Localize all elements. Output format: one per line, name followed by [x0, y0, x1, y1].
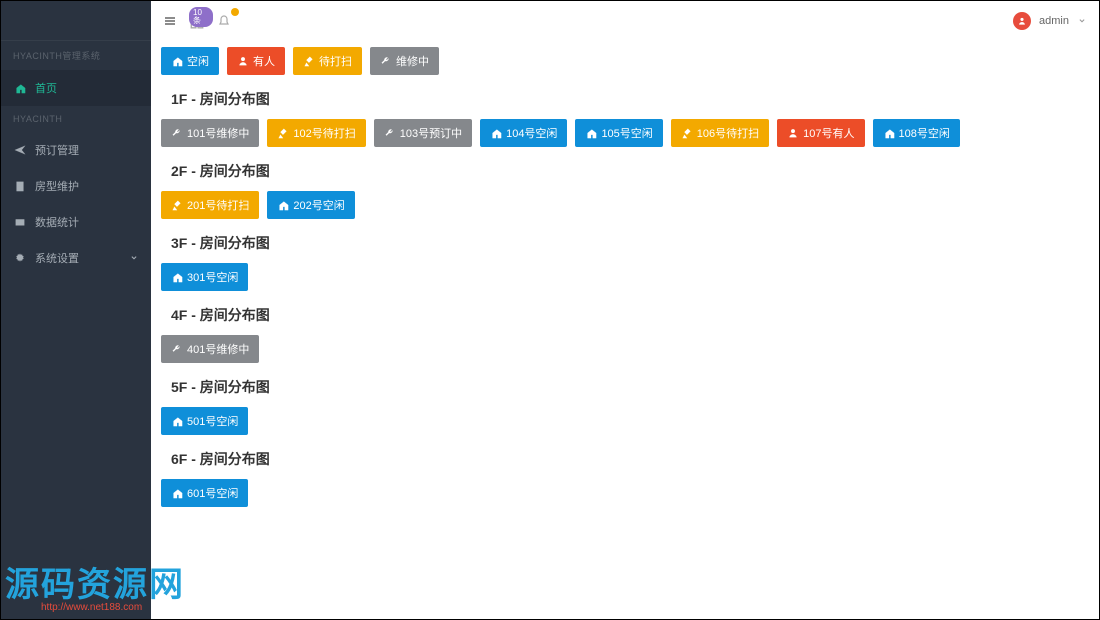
sidebar-item-label: 预订管理 — [35, 142, 79, 158]
sidebar-item-label: 系统设置 — [35, 250, 79, 266]
room-label: 401号维修中 — [187, 341, 249, 357]
cog-icon — [13, 252, 27, 264]
room-label: 108号空闲 — [899, 125, 950, 141]
room-item[interactable]: 102号待打扫 — [267, 119, 365, 147]
user-menu[interactable]: admin — [1013, 12, 1087, 30]
home-icon — [171, 271, 183, 283]
sidebar-item-1[interactable]: 预订管理 — [1, 132, 151, 168]
legend-repair[interactable]: 维修中 — [370, 47, 439, 75]
room-label: 601号空闲 — [187, 485, 238, 501]
card-icon — [13, 216, 27, 228]
person-icon — [787, 127, 799, 139]
home-icon — [171, 487, 183, 499]
room-label: 103号预订中 — [400, 125, 462, 141]
user-name: admin — [1039, 15, 1069, 27]
broom-icon — [277, 127, 289, 139]
room-item[interactable]: 103号预订中 — [374, 119, 472, 147]
broom-icon — [171, 199, 183, 211]
topbar: 10条 admin — [151, 1, 1099, 41]
floor-title: 2F - 房间分布图 — [171, 161, 1089, 181]
room-item[interactable]: 108号空闲 — [873, 119, 960, 147]
legend-label: 有人 — [253, 53, 275, 69]
room-label: 106号待打扫 — [697, 125, 759, 141]
send-icon — [13, 144, 27, 156]
room-item[interactable]: 401号维修中 — [161, 335, 259, 363]
nav-section-title-2: HYACINTH — [1, 106, 151, 132]
sidebar-item-2[interactable]: 房型维护 — [1, 168, 151, 204]
home-icon — [490, 127, 502, 139]
room-row: 301号空闲 — [161, 263, 1089, 291]
room-row: 501号空闲 — [161, 407, 1089, 435]
wrench-icon — [384, 127, 396, 139]
room-label: 107号有人 — [803, 125, 854, 141]
legend-label: 空闲 — [187, 53, 209, 69]
notifications-icon[interactable] — [217, 14, 231, 28]
main-content: 空闲 有人 待打扫 维修中 1F - 房间分布图 101号维修中 102号待打扫 103号预… — [151, 41, 1099, 619]
person-icon — [237, 55, 249, 67]
building-icon — [13, 180, 27, 192]
floor-title: 1F - 房间分布图 — [171, 89, 1089, 109]
legend-label: 待打扫 — [319, 53, 352, 69]
home-icon — [171, 55, 183, 67]
messages-icon[interactable]: 10条 — [189, 13, 205, 29]
floor-title: 5F - 房间分布图 — [171, 377, 1089, 397]
sidebar-item-0[interactable]: 首页 — [1, 70, 151, 106]
room-item[interactable]: 105号空闲 — [575, 119, 662, 147]
avatar — [1013, 12, 1031, 30]
room-item[interactable]: 202号空闲 — [267, 191, 354, 219]
home-icon — [585, 127, 597, 139]
broom-icon — [303, 55, 315, 67]
sidebar-item-4[interactable]: 系统设置 — [1, 240, 151, 276]
floor-title: 4F - 房间分布图 — [171, 305, 1089, 325]
home-icon — [277, 199, 289, 211]
room-label: 201号待打扫 — [187, 197, 249, 213]
home-icon — [171, 415, 183, 427]
room-label: 501号空闲 — [187, 413, 238, 429]
watermark: 源码资源网 http://www.net188.com — [5, 557, 185, 613]
sidebar-item-3[interactable]: 数据统计 — [1, 204, 151, 240]
home-icon — [13, 82, 27, 94]
floor-title: 6F - 房间分布图 — [171, 449, 1089, 469]
legend-vacant[interactable]: 空闲 — [161, 47, 219, 75]
room-row: 401号维修中 — [161, 335, 1089, 363]
wrench-icon — [171, 127, 183, 139]
room-label: 301号空闲 — [187, 269, 238, 285]
sidebar-item-label: 数据统计 — [35, 214, 79, 230]
room-item[interactable]: 301号空闲 — [161, 263, 248, 291]
legend-cleaning[interactable]: 待打扫 — [293, 47, 362, 75]
room-item[interactable]: 104号空闲 — [480, 119, 567, 147]
room-row: 201号待打扫 202号空闲 — [161, 191, 1089, 219]
sidebar: HYACINTH管理系统 首页 HYACINTH 预订管理房型维护数据统计系统设… — [1, 1, 151, 619]
home-icon — [883, 127, 895, 139]
wrench-icon — [380, 55, 392, 67]
legend-label: 维修中 — [396, 53, 429, 69]
room-label: 104号空闲 — [506, 125, 557, 141]
room-label: 202号空闲 — [293, 197, 344, 213]
floor-title: 3F - 房间分布图 — [171, 233, 1089, 253]
chevron-down-icon — [1077, 16, 1087, 26]
status-legend: 空闲 有人 待打扫 维修中 — [161, 47, 1089, 75]
room-item[interactable]: 106号待打扫 — [671, 119, 769, 147]
room-item[interactable]: 107号有人 — [777, 119, 864, 147]
room-item[interactable]: 501号空闲 — [161, 407, 248, 435]
broom-icon — [681, 127, 693, 139]
chevron-down-icon — [129, 253, 139, 263]
room-item[interactable]: 101号维修中 — [161, 119, 259, 147]
logo-area — [1, 1, 151, 41]
room-row: 601号空闲 — [161, 479, 1089, 507]
nav-section-title-1: HYACINTH管理系统 — [1, 41, 151, 70]
menu-toggle-icon[interactable] — [163, 14, 177, 28]
room-row: 101号维修中 102号待打扫 103号预订中 104号空闲 105号空闲 106号待打扫… — [161, 119, 1089, 147]
room-label: 102号待打扫 — [293, 125, 355, 141]
room-item[interactable]: 601号空闲 — [161, 479, 248, 507]
room-label: 105号空闲 — [601, 125, 652, 141]
room-label: 101号维修中 — [187, 125, 249, 141]
legend-occupied[interactable]: 有人 — [227, 47, 285, 75]
sidebar-item-label: 首页 — [35, 80, 57, 96]
sidebar-item-label: 房型维护 — [35, 178, 79, 194]
room-item[interactable]: 201号待打扫 — [161, 191, 259, 219]
wrench-icon — [171, 343, 183, 355]
messages-badge: 10条 — [189, 7, 213, 27]
notifications-badge — [231, 8, 239, 16]
